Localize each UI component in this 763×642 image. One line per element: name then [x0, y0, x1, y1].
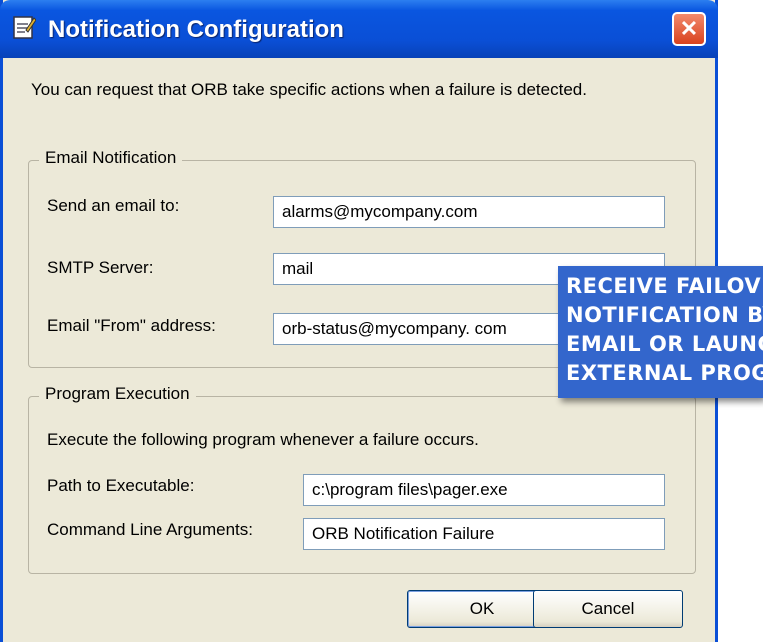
callout-line-3: EMAIL OR LAUNCH: [566, 332, 763, 356]
path-to-executable-input[interactable]: [303, 474, 665, 506]
send-to-input[interactable]: [273, 196, 665, 228]
feature-callout: RECEIVE FAILOVER NOTIFICATION BY EMAIL O…: [558, 266, 763, 398]
intro-text: You can request that ORB take specific a…: [31, 80, 587, 99]
from-address-label: Email "From" address:: [47, 316, 216, 335]
path-to-executable-label: Path to Executable:: [47, 476, 195, 495]
command-line-arguments-input[interactable]: [303, 518, 665, 550]
smtp-server-label: SMTP Server:: [47, 258, 154, 277]
close-button[interactable]: ✕: [672, 12, 706, 46]
command-line-arguments-label: Command Line Arguments:: [47, 520, 253, 539]
send-to-label: Send an email to:: [47, 196, 180, 215]
program-execution-legend: Program Execution: [39, 384, 196, 404]
callout-line-2: NOTIFICATION BY: [566, 303, 763, 327]
notepad-icon: [13, 16, 36, 39]
window-title: Notification Configuration: [48, 16, 344, 43]
program-description: Execute the following program whenever a…: [47, 430, 479, 449]
callout-line-4: EXTERNAL PROGRAM: [566, 361, 763, 385]
close-icon: ✕: [679, 16, 699, 41]
callout-line-1: RECEIVE FAILOVER: [566, 274, 763, 298]
cancel-button[interactable]: Cancel: [533, 590, 683, 628]
title-bar[interactable]: Notification Configuration ✕: [0, 0, 718, 58]
email-notification-legend: Email Notification: [39, 148, 183, 168]
